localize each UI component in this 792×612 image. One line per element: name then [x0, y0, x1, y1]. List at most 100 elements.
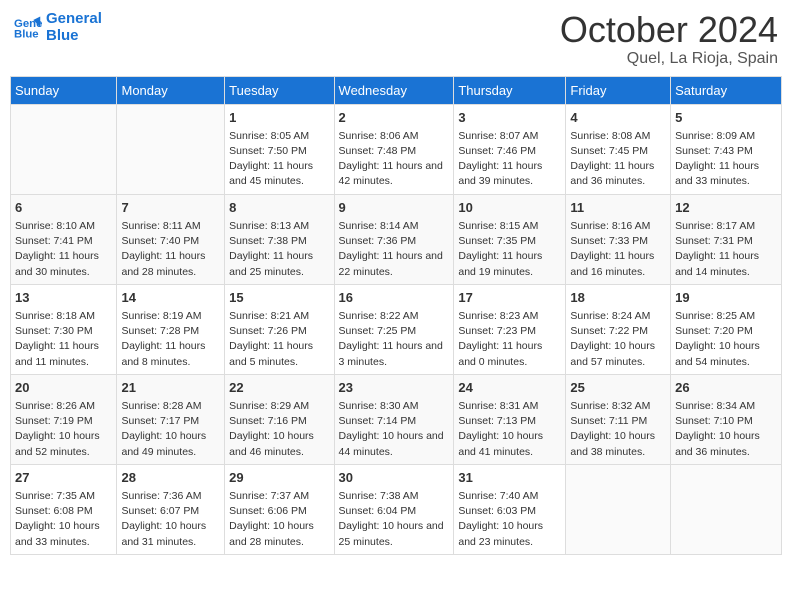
calendar-cell: 12 Sunrise: 8:17 AM Sunset: 7:31 PM Dayli… — [671, 194, 782, 284]
day-info: Sunrise: 8:30 AM Sunset: 7:14 PM Dayligh… — [339, 399, 450, 460]
weekday-header-row: SundayMondayTuesdayWednesdayThursdayFrid… — [11, 76, 782, 104]
weekday-header-cell: Friday — [566, 76, 671, 104]
calendar-cell: 4 Sunrise: 8:08 AM Sunset: 7:45 PM Daylig… — [566, 104, 671, 194]
calendar-cell: 20 Sunrise: 8:26 AM Sunset: 7:19 PM Dayli… — [11, 374, 117, 464]
calendar-cell: 2Sunrise: 8:06 AM Sunset: 7:48 PM Daylig… — [334, 104, 454, 194]
calendar-week-row: 27 Sunrise: 7:35 AM Sunset: 6:08 PM Dayli… — [11, 464, 782, 554]
day-number: 28 — [121, 469, 220, 487]
weekday-header-cell: Tuesday — [225, 76, 334, 104]
calendar-cell: 11Sunrise: 8:16 AM Sunset: 7:33 PM Dayli… — [566, 194, 671, 284]
day-number: 25 — [570, 379, 666, 397]
day-info: Sunrise: 8:34 AM Sunset: 7:10 PM Dayligh… — [675, 399, 777, 460]
title-block: October 2024 Quel, La Rioja, Spain — [560, 10, 778, 68]
day-info: Sunrise: 8:15 AM Sunset: 7:35 PM Dayligh… — [458, 219, 561, 280]
day-info: Sunrise: 8:05 AM Sunset: 7:50 PM Dayligh… — [229, 129, 329, 190]
day-info: Sunrise: 8:22 AM Sunset: 7:25 PM Dayligh… — [339, 309, 450, 370]
calendar-body: 1 Sunrise: 8:05 AM Sunset: 7:50 PM Daylig… — [11, 104, 782, 554]
day-info: Sunrise: 8:10 AM Sunset: 7:41 PM Dayligh… — [15, 219, 112, 280]
day-info: Sunrise: 8:28 AM Sunset: 7:17 PM Dayligh… — [121, 399, 220, 460]
calendar-cell: 5 Sunrise: 8:09 AM Sunset: 7:43 PM Daylig… — [671, 104, 782, 194]
calendar-cell: 9 Sunrise: 8:14 AM Sunset: 7:36 PM Daylig… — [334, 194, 454, 284]
day-number: 5 — [675, 109, 777, 127]
weekday-header-cell: Saturday — [671, 76, 782, 104]
day-number: 3 — [458, 109, 561, 127]
day-info: Sunrise: 8:14 AM Sunset: 7:36 PM Dayligh… — [339, 219, 450, 280]
calendar-cell: 22 Sunrise: 8:29 AM Sunset: 7:16 PM Dayli… — [225, 374, 334, 464]
day-info: Sunrise: 8:24 AM Sunset: 7:22 PM Dayligh… — [570, 309, 666, 370]
month-title: October 2024 — [560, 10, 778, 50]
calendar-cell — [117, 104, 225, 194]
day-info: Sunrise: 7:40 AM Sunset: 6:03 PM Dayligh… — [458, 489, 561, 550]
calendar-cell: 15Sunrise: 8:21 AM Sunset: 7:26 PM Dayli… — [225, 284, 334, 374]
calendar-cell: 30 Sunrise: 7:38 AM Sunset: 6:04 PM Dayli… — [334, 464, 454, 554]
day-info: Sunrise: 8:23 AM Sunset: 7:23 PM Dayligh… — [458, 309, 561, 370]
day-number: 27 — [15, 469, 112, 487]
day-number: 23 — [339, 379, 450, 397]
weekday-header-cell: Thursday — [454, 76, 566, 104]
day-number: 12 — [675, 199, 777, 217]
day-number: 4 — [570, 109, 666, 127]
calendar-cell: 18Sunrise: 8:24 AM Sunset: 7:22 PM Dayli… — [566, 284, 671, 374]
logo-text-general: General — [46, 10, 102, 27]
day-info: Sunrise: 8:09 AM Sunset: 7:43 PM Dayligh… — [675, 129, 777, 190]
day-info: Sunrise: 8:29 AM Sunset: 7:16 PM Dayligh… — [229, 399, 329, 460]
page-header: General Blue General Blue October 2024 Q… — [10, 10, 782, 68]
calendar-cell: 26 Sunrise: 8:34 AM Sunset: 7:10 PM Dayli… — [671, 374, 782, 464]
day-number: 16 — [339, 289, 450, 307]
day-number: 9 — [339, 199, 450, 217]
day-number: 30 — [339, 469, 450, 487]
day-number: 6 — [15, 199, 112, 217]
calendar-week-row: 13Sunrise: 8:18 AM Sunset: 7:30 PM Dayli… — [11, 284, 782, 374]
logo-text-blue: Blue — [46, 27, 79, 44]
calendar-cell: 10 Sunrise: 8:15 AM Sunset: 7:35 PM Dayli… — [454, 194, 566, 284]
day-info: Sunrise: 8:07 AM Sunset: 7:46 PM Dayligh… — [458, 129, 561, 190]
calendar-cell: 24 Sunrise: 8:31 AM Sunset: 7:13 PM Dayli… — [454, 374, 566, 464]
calendar-cell: 7 Sunrise: 8:11 AM Sunset: 7:40 PM Daylig… — [117, 194, 225, 284]
calendar-week-row: 6 Sunrise: 8:10 AM Sunset: 7:41 PM Daylig… — [11, 194, 782, 284]
weekday-header-cell: Sunday — [11, 76, 117, 104]
calendar-cell: 27 Sunrise: 7:35 AM Sunset: 6:08 PM Dayli… — [11, 464, 117, 554]
calendar-cell: 3 Sunrise: 8:07 AM Sunset: 7:46 PM Daylig… — [454, 104, 566, 194]
calendar-cell: 13Sunrise: 8:18 AM Sunset: 7:30 PM Dayli… — [11, 284, 117, 374]
day-number: 7 — [121, 199, 220, 217]
day-number: 20 — [15, 379, 112, 397]
day-number: 1 — [229, 109, 329, 127]
day-info: Sunrise: 8:08 AM Sunset: 7:45 PM Dayligh… — [570, 129, 666, 190]
day-number: 22 — [229, 379, 329, 397]
calendar-cell: 29Sunrise: 7:37 AM Sunset: 6:06 PM Dayli… — [225, 464, 334, 554]
calendar-cell: 28 Sunrise: 7:36 AM Sunset: 6:07 PM Dayli… — [117, 464, 225, 554]
day-info: Sunrise: 7:38 AM Sunset: 6:04 PM Dayligh… — [339, 489, 450, 550]
day-number: 13 — [15, 289, 112, 307]
calendar-cell: 1 Sunrise: 8:05 AM Sunset: 7:50 PM Daylig… — [225, 104, 334, 194]
calendar-cell — [671, 464, 782, 554]
day-info: Sunrise: 8:32 AM Sunset: 7:11 PM Dayligh… — [570, 399, 666, 460]
day-info: Sunrise: 8:21 AM Sunset: 7:26 PM Dayligh… — [229, 309, 329, 370]
calendar-cell: 8Sunrise: 8:13 AM Sunset: 7:38 PM Daylig… — [225, 194, 334, 284]
day-number: 24 — [458, 379, 561, 397]
calendar-cell: 25 Sunrise: 8:32 AM Sunset: 7:11 PM Dayli… — [566, 374, 671, 464]
day-info: Sunrise: 8:11 AM Sunset: 7:40 PM Dayligh… — [121, 219, 220, 280]
day-number: 31 — [458, 469, 561, 487]
day-info: Sunrise: 8:17 AM Sunset: 7:31 PM Dayligh… — [675, 219, 777, 280]
calendar-cell: 14Sunrise: 8:19 AM Sunset: 7:28 PM Dayli… — [117, 284, 225, 374]
day-number: 19 — [675, 289, 777, 307]
logo-icon: General Blue — [14, 13, 42, 41]
day-info: Sunrise: 8:06 AM Sunset: 7:48 PM Dayligh… — [339, 129, 450, 190]
weekday-header-cell: Wednesday — [334, 76, 454, 104]
calendar-cell: 16 Sunrise: 8:22 AM Sunset: 7:25 PM Dayli… — [334, 284, 454, 374]
calendar-cell — [566, 464, 671, 554]
day-number: 26 — [675, 379, 777, 397]
day-info: Sunrise: 8:31 AM Sunset: 7:13 PM Dayligh… — [458, 399, 561, 460]
calendar-cell: 19Sunrise: 8:25 AM Sunset: 7:20 PM Dayli… — [671, 284, 782, 374]
calendar-cell: 17Sunrise: 8:23 AM Sunset: 7:23 PM Dayli… — [454, 284, 566, 374]
calendar-week-row: 1 Sunrise: 8:05 AM Sunset: 7:50 PM Daylig… — [11, 104, 782, 194]
day-number: 11 — [570, 199, 666, 217]
day-info: Sunrise: 7:35 AM Sunset: 6:08 PM Dayligh… — [15, 489, 112, 550]
day-number: 10 — [458, 199, 561, 217]
day-info: Sunrise: 8:13 AM Sunset: 7:38 PM Dayligh… — [229, 219, 329, 280]
calendar-cell: 31 Sunrise: 7:40 AM Sunset: 6:03 PM Dayli… — [454, 464, 566, 554]
day-info: Sunrise: 7:36 AM Sunset: 6:07 PM Dayligh… — [121, 489, 220, 550]
day-info: Sunrise: 8:26 AM Sunset: 7:19 PM Dayligh… — [15, 399, 112, 460]
calendar-week-row: 20 Sunrise: 8:26 AM Sunset: 7:19 PM Dayli… — [11, 374, 782, 464]
calendar-cell: 21Sunrise: 8:28 AM Sunset: 7:17 PM Dayli… — [117, 374, 225, 464]
